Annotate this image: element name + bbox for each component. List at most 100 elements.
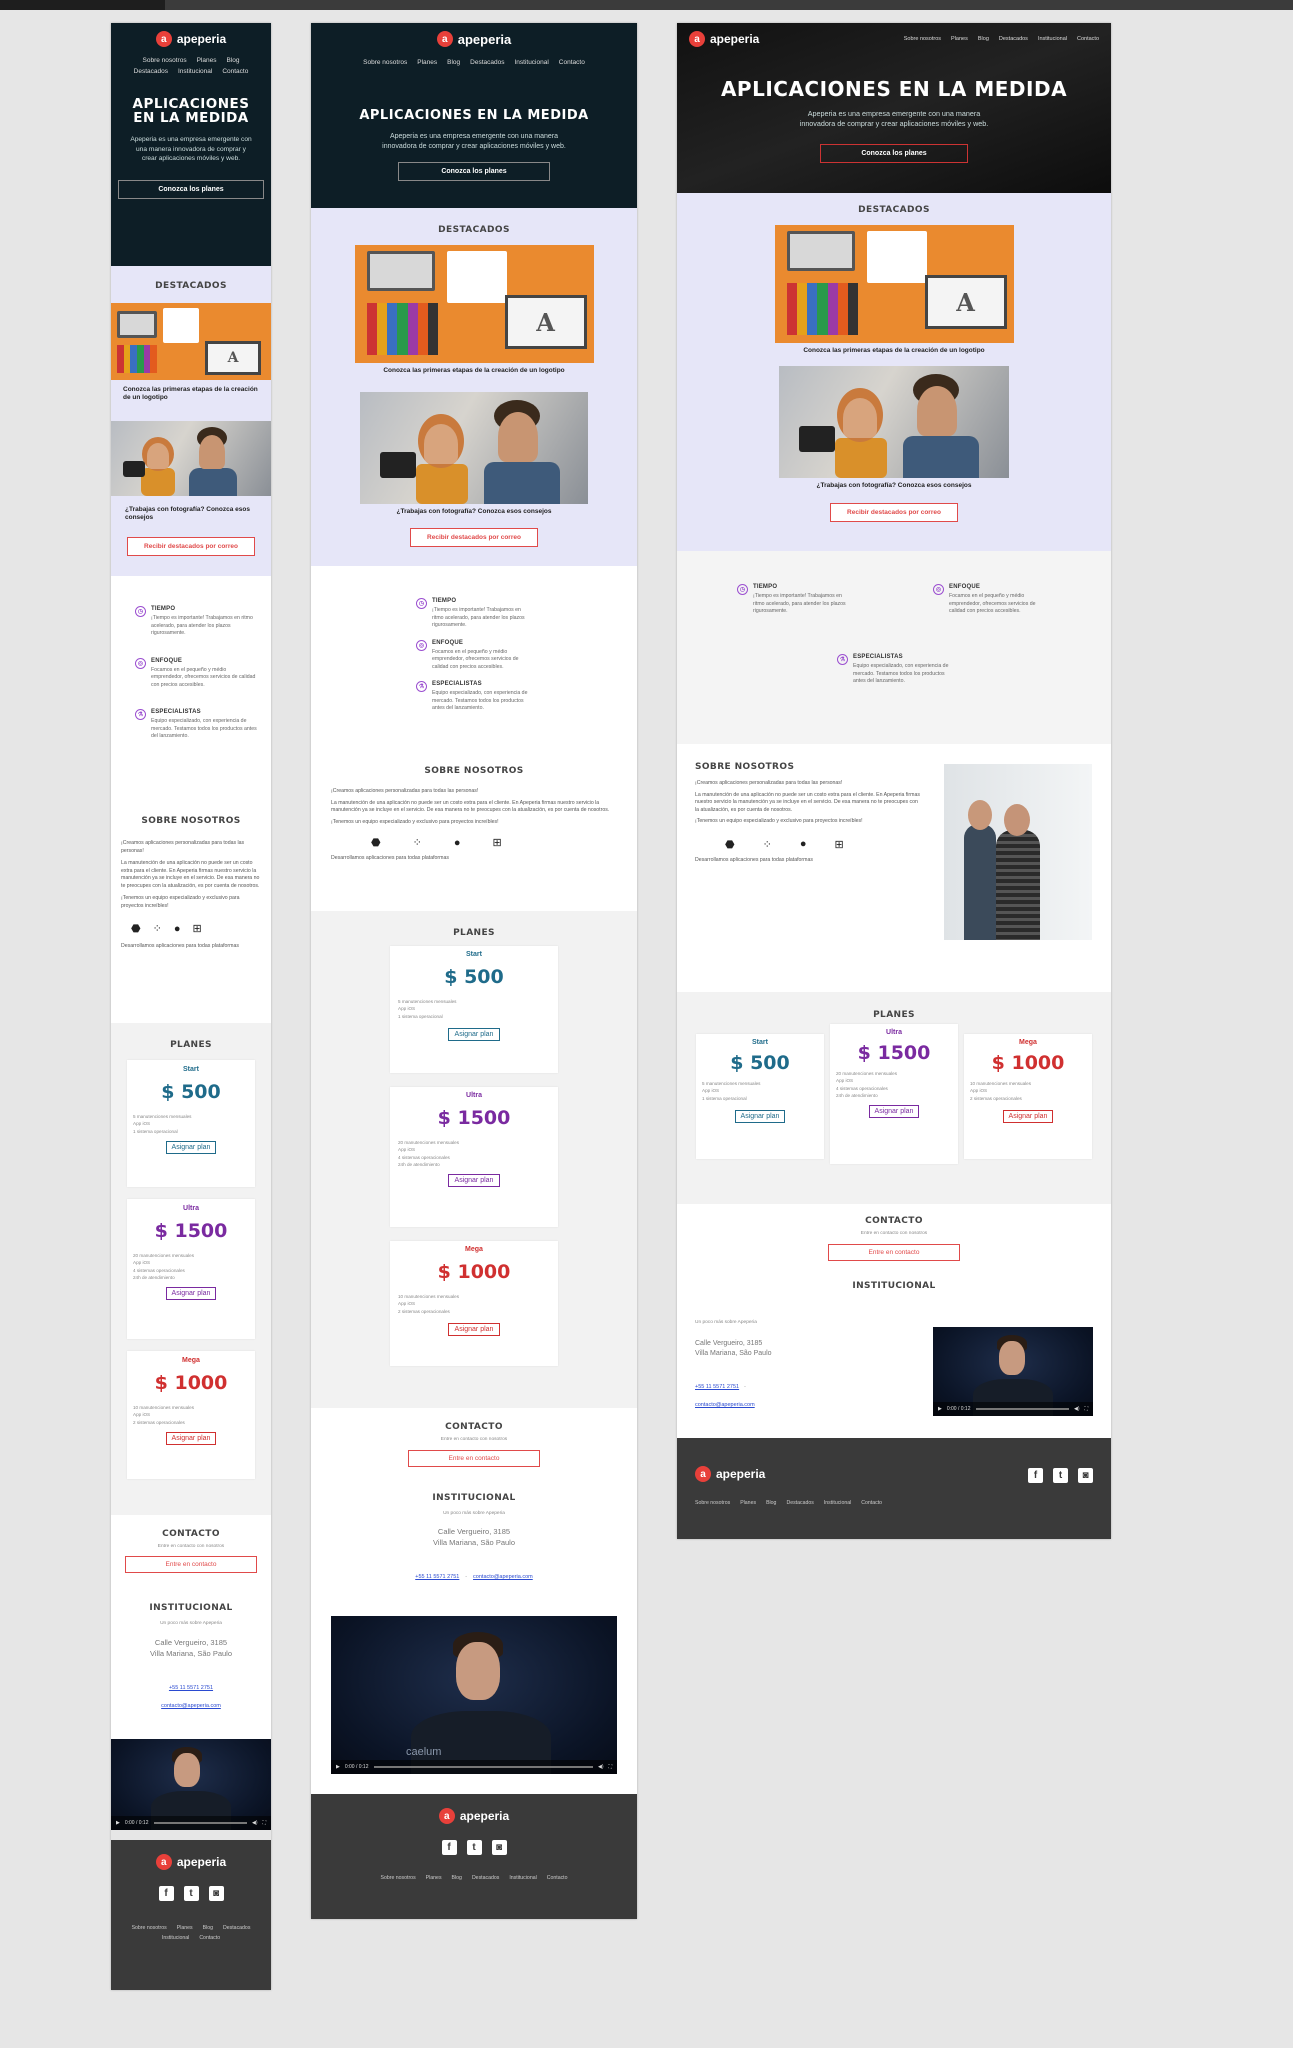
facebook-icon[interactable]: f — [1028, 1468, 1043, 1483]
assign-plan-button[interactable]: Asignar plan — [165, 1287, 217, 1301]
featured-caption-1[interactable]: Conozca las primeras etapas de la creaci… — [111, 380, 271, 403]
photography-image[interactable] — [111, 420, 271, 496]
phone-link[interactable]: +55 11 5571 2751 — [169, 1685, 213, 1691]
hero-plans-button[interactable]: Conozca los planes — [398, 161, 550, 181]
assign-plan-button[interactable]: Asignar plan — [447, 1028, 501, 1042]
logo-design-image[interactable]: A — [774, 225, 1014, 343]
footer-logo[interactable]: a apeperia — [311, 1808, 637, 1824]
nav-item-contacto[interactable]: Contacto — [559, 59, 585, 66]
nav-item-sobre[interactable]: Sobre nosotros — [363, 59, 407, 66]
footer-nav-item[interactable]: Blog — [203, 1925, 213, 1931]
featured-caption-1[interactable]: Conozca las primeras etapas de la creaci… — [677, 347, 1111, 355]
twitter-icon[interactable]: t — [1053, 1468, 1068, 1483]
assign-plan-button[interactable]: Asignar plan — [447, 1323, 501, 1337]
logo-design-image[interactable]: A — [111, 303, 271, 380]
nav-item-blog[interactable]: Blog — [978, 36, 989, 42]
footer-nav-item[interactable]: Institucional — [162, 1935, 189, 1941]
email-link[interactable]: contacto@apeperia.com — [473, 1574, 533, 1580]
nav-item-institucional[interactable]: Institucional — [1038, 36, 1067, 42]
nav-item-planes[interactable]: Planes — [197, 57, 217, 64]
footer-nav-item[interactable]: Planes — [740, 1500, 756, 1506]
play-icon[interactable]: ▶ — [116, 1820, 120, 1826]
photography-image[interactable] — [779, 366, 1009, 479]
footer-logo[interactable]: a apeperia — [111, 1854, 271, 1870]
volume-icon[interactable]: ◀) — [598, 1764, 604, 1770]
featured-caption-2[interactable]: ¿Trabajas con fotografía? Conozca esos c… — [311, 508, 637, 516]
footer-nav-item[interactable]: Blog — [452, 1875, 462, 1881]
fullscreen-icon[interactable]: ⛶ — [262, 1820, 266, 1826]
footer-nav-item[interactable]: Destacados — [786, 1500, 813, 1506]
fullscreen-icon[interactable]: ⛶ — [1084, 1406, 1088, 1412]
featured-email-button[interactable]: Recibir destacados por correo — [127, 536, 255, 556]
assign-plan-button[interactable]: Asignar plan — [1002, 1110, 1054, 1124]
play-icon[interactable]: ▶ — [938, 1406, 942, 1412]
institutional-video[interactable]: caelum ▶ 0:00 / 0:12 ◀) ⛶ — [331, 1616, 617, 1774]
logo[interactable]: a apeperia — [311, 31, 637, 47]
nav-item-destacados[interactable]: Destacados — [999, 36, 1028, 42]
featured-email-button[interactable]: Recibir destacados por correo — [830, 502, 958, 522]
contact-button[interactable]: Entre en contacto — [407, 1450, 541, 1467]
footer-nav-item[interactable]: Planes — [426, 1875, 442, 1881]
facebook-icon[interactable]: f — [441, 1840, 457, 1855]
nav-item-sobre[interactable]: Sobre nosotros — [904, 36, 941, 42]
featured-email-button[interactable]: Recibir destacados por correo — [410, 527, 538, 547]
play-icon[interactable]: ▶ — [336, 1764, 340, 1770]
footer-nav-item[interactable]: Contacto — [861, 1500, 882, 1506]
assign-plan-button[interactable]: Asignar plan — [734, 1110, 786, 1124]
footer-nav-item[interactable]: Sobre nosotros — [695, 1500, 730, 1506]
nav-item-contacto[interactable]: Contacto — [1077, 36, 1099, 42]
twitter-icon[interactable]: t — [466, 1840, 482, 1855]
instagram-icon[interactable]: ◙ — [1078, 1468, 1093, 1483]
footer-nav-item[interactable]: Institucional — [824, 1500, 851, 1506]
logo[interactable]: a apeperia — [689, 31, 759, 47]
nav-item-planes[interactable]: Planes — [951, 36, 968, 42]
instagram-icon[interactable]: ◙ — [491, 1840, 507, 1855]
hero-plans-button[interactable]: Conozca los planes — [118, 180, 264, 199]
volume-icon[interactable]: ◀) — [1074, 1406, 1080, 1412]
nav-item-planes[interactable]: Planes — [417, 59, 437, 66]
email-link[interactable]: contacto@apeperia.com — [695, 1402, 755, 1408]
photography-image[interactable] — [360, 392, 588, 505]
logo-design-image[interactable]: A — [354, 245, 594, 363]
footer-nav-item[interactable]: Contacto — [547, 1875, 568, 1881]
footer-nav-item[interactable]: Destacados — [472, 1875, 499, 1881]
assign-plan-button[interactable]: Asignar plan — [165, 1432, 217, 1446]
nav-item-destacados[interactable]: Destacados — [134, 68, 168, 75]
assign-plan-button[interactable]: Asignar plan — [868, 1105, 920, 1119]
footer-nav-item[interactable]: Sobre nosotros — [380, 1875, 415, 1881]
contact-button[interactable]: Entre en contacto — [124, 1556, 258, 1573]
video-progress[interactable] — [975, 1408, 1069, 1410]
video-controls[interactable]: ▶ 0:00 / 0:12 ◀) ⛶ — [111, 1816, 271, 1830]
logo[interactable]: a apeperia — [111, 31, 271, 47]
institutional-video[interactable]: ▶ 0:00 / 0:12 ◀) ⛶ — [111, 1739, 271, 1830]
nav-item-institucional[interactable]: Institucional — [178, 68, 212, 75]
facebook-icon[interactable]: f — [158, 1886, 174, 1901]
instagram-icon[interactable]: ◙ — [208, 1886, 224, 1901]
institutional-video[interactable]: ▶ 0:00 / 0:12 ◀) ⛶ — [933, 1327, 1093, 1416]
featured-caption-2[interactable]: ¿Trabajas con fotografía? Conozca esos c… — [111, 496, 271, 523]
nav-item-institucional[interactable]: Institucional — [514, 59, 548, 66]
footer-nav-item[interactable]: Blog — [766, 1500, 776, 1506]
video-controls[interactable]: ▶ 0:00 / 0:12 ◀) ⛶ — [933, 1402, 1093, 1416]
nav-item-blog[interactable]: Blog — [226, 57, 239, 64]
featured-caption-2[interactable]: ¿Trabajas con fotografía? Conozca esos c… — [677, 482, 1111, 490]
nav-item-contacto[interactable]: Contacto — [222, 68, 248, 75]
footer-nav-item[interactable]: Destacados — [223, 1925, 250, 1931]
footer-nav-item[interactable]: Planes — [177, 1925, 193, 1931]
nav-item-sobre[interactable]: Sobre nosotros — [143, 57, 187, 64]
twitter-icon[interactable]: t — [183, 1886, 199, 1901]
footer-nav-item[interactable]: Sobre nosotros — [132, 1925, 167, 1931]
fullscreen-icon[interactable]: ⛶ — [608, 1764, 612, 1770]
nav-item-blog[interactable]: Blog — [447, 59, 460, 66]
video-progress[interactable] — [373, 1766, 593, 1768]
footer-nav-item[interactable]: Institucional — [509, 1875, 536, 1881]
footer-nav-item[interactable]: Contacto — [199, 1935, 220, 1941]
volume-icon[interactable]: ◀) — [252, 1820, 258, 1826]
nav-item-destacados[interactable]: Destacados — [470, 59, 504, 66]
assign-plan-button[interactable]: Asignar plan — [447, 1174, 501, 1188]
featured-caption-1[interactable]: Conozca las primeras etapas de la creaci… — [311, 367, 637, 375]
hero-plans-button[interactable]: Conozca los planes — [820, 144, 968, 164]
video-progress[interactable] — [153, 1822, 247, 1824]
phone-link[interactable]: +55 11 5571 2751 — [415, 1574, 459, 1580]
assign-plan-button[interactable]: Asignar plan — [165, 1141, 217, 1155]
